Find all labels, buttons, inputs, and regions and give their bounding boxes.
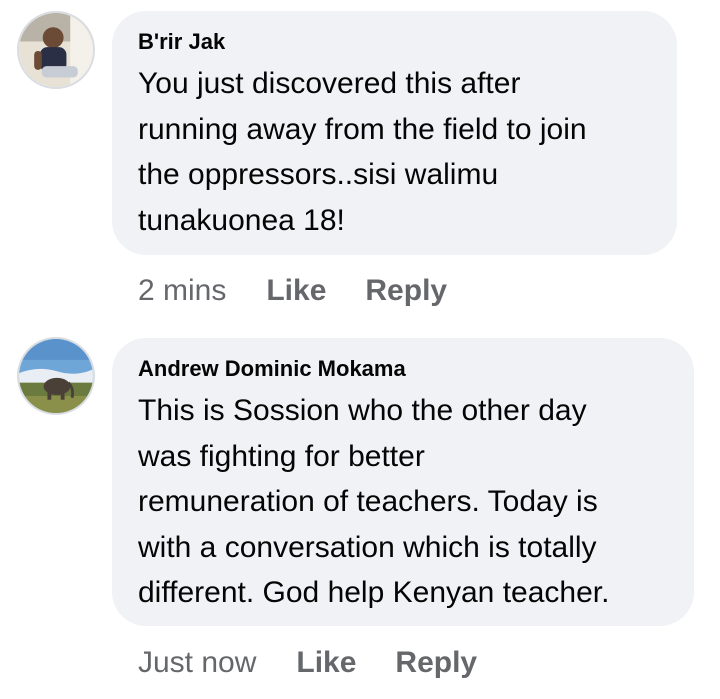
reply-button[interactable]: Reply [395, 645, 477, 681]
reply-button[interactable]: Reply [365, 273, 447, 309]
person-photo-icon [19, 13, 93, 87]
like-button[interactable]: Like [266, 273, 326, 309]
comment-timestamp[interactable]: Just now [138, 645, 256, 681]
comment-timestamp[interactable]: 2 mins [138, 273, 226, 309]
comment-text: You just discovered this after running a… [138, 67, 587, 237]
comment-bubble: B'rir Jak You just discovered this after… [112, 11, 677, 255]
comment-author[interactable]: Andrew Dominic Mokama [138, 354, 668, 384]
comment-actions: 2 mins Like Reply [138, 273, 486, 309]
comment-author[interactable]: B'rir Jak [138, 27, 651, 57]
comment-bubble: Andrew Dominic Mokama This is Sossion wh… [112, 338, 694, 626]
elephant-landscape-photo-icon [19, 339, 93, 413]
comment-actions: Just now Like Reply [138, 645, 516, 681]
avatar[interactable] [17, 337, 95, 415]
avatar[interactable] [17, 11, 95, 89]
comment-text: This is Sossion who the other day was fi… [138, 394, 610, 609]
like-button[interactable]: Like [296, 645, 356, 681]
